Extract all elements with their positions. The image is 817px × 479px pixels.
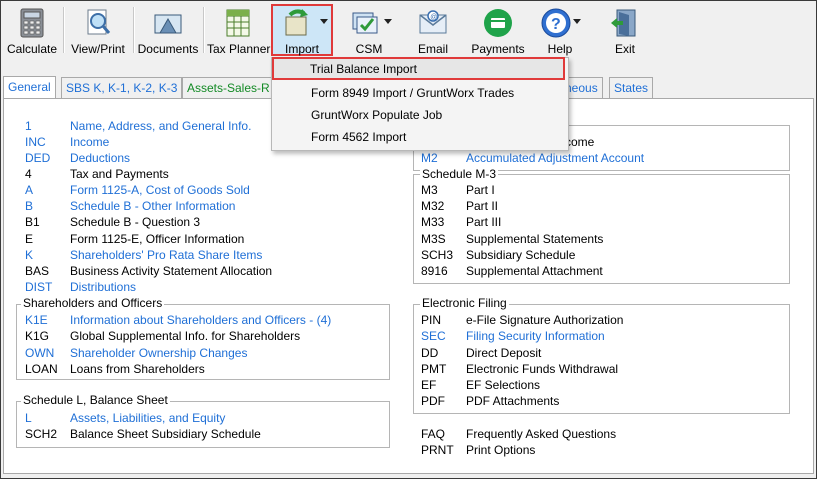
payments-icon xyxy=(484,9,512,37)
tab-general[interactable]: General xyxy=(3,76,56,99)
view-print-button[interactable]: View/Print xyxy=(67,3,129,57)
calculator-icon xyxy=(20,8,44,38)
exit-door-icon xyxy=(611,9,636,37)
toolbar-separator xyxy=(63,7,65,53)
toolbar: Calculate View/Print Documents Tax Plann… xyxy=(1,1,816,59)
electronic-filing-group-title: Electronic Filing xyxy=(420,296,509,310)
schedule-l-group-title: Schedule L, Balance Sheet xyxy=(21,393,170,407)
menu-item-gruntworx-populate[interactable]: GruntWorx Populate Job xyxy=(272,104,568,126)
email-icon: @ xyxy=(419,10,447,34)
csm-icon xyxy=(352,12,378,34)
shareholders-group-title: Shareholders and Officers xyxy=(21,296,165,310)
documents-button[interactable]: Documents xyxy=(137,3,199,57)
general-tab-panel: 1 Name, Address, and General Info. INC Inc… xyxy=(3,98,814,474)
magnifier-icon xyxy=(87,9,111,35)
import-icon xyxy=(285,9,308,36)
chevron-down-icon xyxy=(573,19,581,24)
toolbar-separator xyxy=(203,7,205,53)
csm-label: CSM xyxy=(355,42,383,56)
documents-icon xyxy=(154,14,182,34)
email-label: Email xyxy=(417,42,448,56)
app-window: Calculate View/Print Documents Tax Plann… xyxy=(0,0,817,479)
help-button[interactable]: ? Help xyxy=(535,3,585,57)
payments-button[interactable]: Payments xyxy=(467,3,529,57)
chevron-down-icon xyxy=(320,19,328,24)
exit-button[interactable]: Exit xyxy=(599,3,651,57)
calculate-button[interactable]: Calculate xyxy=(5,3,59,57)
tax-planner-button[interactable]: Tax Planner xyxy=(207,3,271,57)
schedule-m3-group-title: Schedule M-3 xyxy=(420,167,499,181)
tax-planner-label: Tax Planner xyxy=(207,42,271,56)
calculate-label: Calculate xyxy=(6,42,58,56)
documents-label: Documents xyxy=(137,42,199,56)
menu-item-form-4562-import[interactable]: Form 4562 Import xyxy=(272,126,568,148)
exit-label: Exit xyxy=(614,42,635,56)
svg-text:?: ? xyxy=(551,16,561,33)
help-icon: ? xyxy=(541,8,571,38)
menu-item-form-8949-import[interactable]: Form 8949 Import / GruntWorx Trades xyxy=(272,82,568,104)
spreadsheet-icon xyxy=(226,9,250,37)
import-label: Import xyxy=(284,42,319,56)
payments-label: Payments xyxy=(471,42,525,56)
email-button[interactable]: @ Email xyxy=(405,3,461,57)
tab-sbs-k[interactable]: SBS K, K-1, K-2, K-3 xyxy=(61,77,183,98)
toolbar-separator xyxy=(133,7,135,53)
tab-assets-sales[interactable]: Assets-Sales-R xyxy=(182,77,275,98)
menu-item-trial-balance-import-label[interactable]: Trial Balance Import xyxy=(271,58,567,80)
tab-states[interactable]: States xyxy=(609,77,654,98)
svg-text:@: @ xyxy=(430,14,437,21)
chevron-down-icon xyxy=(384,19,392,24)
import-button[interactable]: Import xyxy=(271,3,333,57)
csm-button[interactable]: CSM xyxy=(341,3,397,57)
view-print-label: View/Print xyxy=(71,42,125,56)
help-label: Help xyxy=(547,42,573,56)
